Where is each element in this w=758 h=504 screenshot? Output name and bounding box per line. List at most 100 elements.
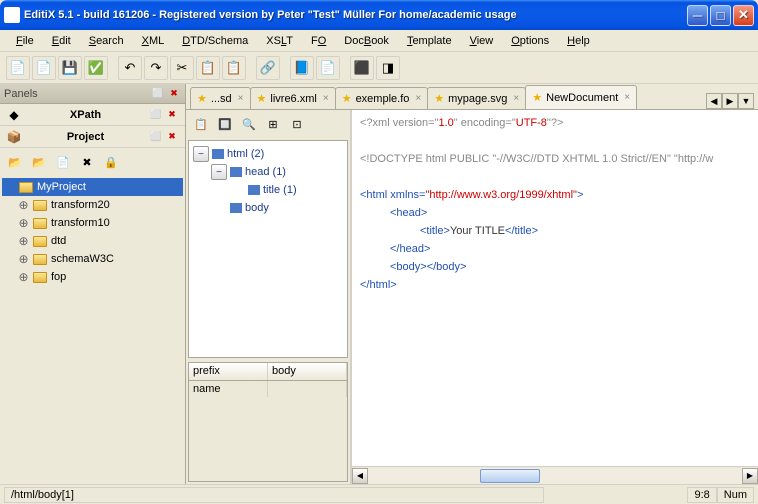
toolbar-btn-9[interactable]: 🔗 <box>256 56 280 80</box>
editor-line[interactable]: <!DOCTYPE html PUBLIC "-//W3C//DTD XHTML… <box>360 150 750 168</box>
panel-restore-icon[interactable]: ⬜ <box>149 130 163 144</box>
scrollbar-thumb[interactable] <box>480 469 540 483</box>
project-toolbar-btn-4[interactable]: 🔒 <box>100 151 122 173</box>
outline-tree-item[interactable]: −head (1) <box>193 163 343 181</box>
tree-toggle-icon[interactable]: ⊕ <box>18 270 29 285</box>
editor-line[interactable]: </html> <box>360 276 750 294</box>
toolbar-btn-7[interactable]: 📋 <box>196 56 220 80</box>
toolbar-btn-11[interactable]: 📄 <box>316 56 340 80</box>
project-toolbar-btn-1[interactable]: 📂 <box>28 151 50 173</box>
menu-view[interactable]: View <box>462 33 502 49</box>
project-toolbar-btn-3[interactable]: ✖ <box>76 151 98 173</box>
menu-help[interactable]: Help <box>559 33 598 49</box>
editor-line[interactable]: <head> <box>360 204 750 222</box>
outline-toolbar-btn-3[interactable]: ⊞ <box>262 113 284 135</box>
document-tab[interactable]: ★NewDocument× <box>525 85 637 109</box>
project-toolbar-btn-0[interactable]: 📂 <box>4 151 26 173</box>
menu-xml[interactable]: XML <box>134 33 173 49</box>
tree-toggle-icon[interactable]: − <box>211 164 227 180</box>
menu-file[interactable]: File <box>8 33 42 49</box>
tree-toggle-icon[interactable]: ⊕ <box>18 216 29 231</box>
minimize-button[interactable]: ─ <box>687 5 708 26</box>
scroll-right-icon[interactable]: ▶ <box>742 468 758 484</box>
project-tree[interactable]: MyProject⊕transform20⊕transform10⊕dtd⊕sc… <box>0 176 185 484</box>
toolbar-btn-2[interactable]: 💾 <box>58 56 82 80</box>
panel-close-icon[interactable]: ✖ <box>165 108 179 122</box>
maximize-button[interactable]: □ <box>710 5 731 26</box>
panel-row-xpath[interactable]: ◆XPath⬜✖ <box>0 104 185 126</box>
editor-line[interactable]: <?xml version="1.0" encoding="UTF-8"?> <box>360 114 750 132</box>
panels-restore-icon[interactable]: ⬜ <box>151 87 165 101</box>
menu-edit[interactable]: Edit <box>44 33 79 49</box>
tab-menu-icon[interactable]: ▼ <box>738 93 754 109</box>
menu-template[interactable]: Template <box>399 33 460 49</box>
project-tree-item[interactable]: MyProject <box>2 178 183 196</box>
tab-close-icon[interactable]: × <box>238 93 244 104</box>
editor-line[interactable]: </head> <box>360 240 750 258</box>
tree-toggle-icon[interactable]: − <box>193 146 209 162</box>
project-tree-item[interactable]: ⊕transform20 <box>2 196 183 214</box>
close-button[interactable]: ✕ <box>733 5 754 26</box>
toolbar-btn-5[interactable]: ↷ <box>144 56 168 80</box>
toolbar-btn-0[interactable]: 📄 <box>6 56 30 80</box>
tree-toggle-icon[interactable]: ⊕ <box>18 234 29 249</box>
panel-close-icon[interactable]: ✖ <box>165 130 179 144</box>
tab-close-icon[interactable]: × <box>323 93 329 104</box>
namespace-table[interactable]: prefixbody name <box>188 362 348 482</box>
editor-line[interactable] <box>360 168 750 186</box>
tab-close-icon[interactable]: × <box>415 93 421 104</box>
outline-toolbar-btn-0[interactable]: 📋 <box>190 113 212 135</box>
tab-prev-icon[interactable]: ◀ <box>706 93 722 109</box>
toolbar-btn-13[interactable]: ◨ <box>376 56 400 80</box>
document-tab[interactable]: ★exemple.fo× <box>335 87 429 109</box>
toolbar-btn-6[interactable]: ✂ <box>170 56 194 80</box>
tab-next-icon[interactable]: ▶ <box>722 93 738 109</box>
outline-tree-item[interactable]: body <box>193 199 343 217</box>
project-tree-item[interactable]: ⊕fop <box>2 268 183 286</box>
editor-line[interactable]: <body></body> <box>360 258 750 276</box>
menu-fo[interactable]: FO <box>303 33 334 49</box>
document-tab[interactable]: ★livre6.xml× <box>250 87 336 109</box>
document-tab[interactable]: ★...sd× <box>190 87 251 109</box>
project-tree-item[interactable]: ⊕dtd <box>2 232 183 250</box>
ns-row[interactable]: name <box>189 381 347 397</box>
menu-dtdschema[interactable]: DTD/Schema <box>174 33 256 49</box>
outline-tree-item[interactable]: −html (2) <box>193 145 343 163</box>
ns-header-cell[interactable]: prefix <box>189 363 268 380</box>
toolbar-btn-10[interactable]: 📘 <box>290 56 314 80</box>
tree-toggle-icon[interactable]: ⊕ <box>18 198 29 213</box>
toolbar-btn-1[interactable]: 📄 <box>32 56 56 80</box>
ns-header-cell[interactable]: body <box>268 363 347 380</box>
document-tab[interactable]: ★mypage.svg× <box>427 87 526 109</box>
menu-docbook[interactable]: DocBook <box>336 33 397 49</box>
tree-toggle-icon[interactable]: ⊕ <box>18 252 29 267</box>
menu-xslt[interactable]: XSLT <box>258 33 301 49</box>
outline-tree-item[interactable]: title (1) <box>193 181 343 199</box>
editor-content[interactable]: <?xml version="1.0" encoding="UTF-8"?> <… <box>352 110 758 466</box>
toolbar-btn-12[interactable]: ⬛ <box>350 56 374 80</box>
toolbar-btn-3[interactable]: ✅ <box>84 56 108 80</box>
tree-item-label: transform10 <box>51 217 110 229</box>
tab-close-icon[interactable]: × <box>624 92 630 103</box>
outline-toolbar-btn-1[interactable]: 🔲 <box>214 113 236 135</box>
project-tree-item[interactable]: ⊕schemaW3C <box>2 250 183 268</box>
editor-line[interactable]: <html xmlns="http://www.w3.org/1999/xhtm… <box>360 186 750 204</box>
editor-line[interactable] <box>360 132 750 150</box>
menu-options[interactable]: Options <box>503 33 557 49</box>
outline-toolbar-btn-2[interactable]: 🔍 <box>238 113 260 135</box>
project-toolbar-btn-2[interactable]: 📄 <box>52 151 74 173</box>
tab-close-icon[interactable]: × <box>513 93 519 104</box>
code-editor[interactable]: <?xml version="1.0" encoding="UTF-8"?> <… <box>352 110 758 484</box>
panel-restore-icon[interactable]: ⬜ <box>149 108 163 122</box>
outline-toolbar-btn-4[interactable]: ⊡ <box>286 113 308 135</box>
editor-horizontal-scrollbar[interactable]: ◀ ▶ <box>352 466 758 484</box>
project-tree-item[interactable]: ⊕ transform10 <box>2 214 183 232</box>
menu-search[interactable]: Search <box>81 33 132 49</box>
panel-row-project[interactable]: 📦Project⬜✖ <box>0 126 185 148</box>
outline-tree[interactable]: −html (2)−head (1)title (1)body <box>188 140 348 358</box>
editor-line[interactable]: <title>Your TITLE</title> <box>360 222 750 240</box>
toolbar-btn-4[interactable]: ↶ <box>118 56 142 80</box>
toolbar-btn-8[interactable]: 📋 <box>222 56 246 80</box>
panels-close-icon[interactable]: ✖ <box>167 87 181 101</box>
scroll-left-icon[interactable]: ◀ <box>352 468 368 484</box>
